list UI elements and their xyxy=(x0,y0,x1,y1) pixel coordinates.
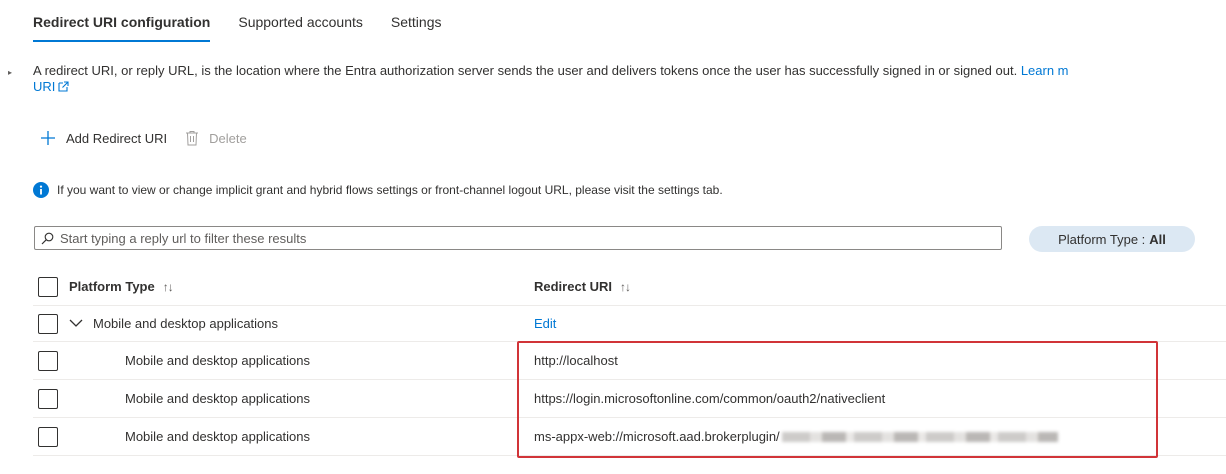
redacted-text xyxy=(781,431,1058,442)
filter-box xyxy=(34,226,1002,250)
info-icon xyxy=(33,182,49,198)
row-checkbox[interactable] xyxy=(38,388,58,409)
table-row: Mobile and desktop applications ms-appx-… xyxy=(33,418,1226,456)
row-checkbox[interactable] xyxy=(38,426,58,447)
group-label: Mobile and desktop applications xyxy=(93,316,279,331)
redirect-uri-header-label: Redirect URI xyxy=(534,279,613,294)
platform-type-header-label: Platform Type xyxy=(69,279,155,294)
platform-type-column-header[interactable]: Platform Type ↑↓ xyxy=(69,279,174,294)
platform-type-filter-label: Platform Type : xyxy=(1058,231,1146,247)
sort-icon: ↑↓ xyxy=(620,279,631,294)
command-bar: Add Redirect URI Delete xyxy=(40,130,265,146)
group-row: Mobile and desktop applications Edit xyxy=(33,306,1226,342)
group-label-cell: Mobile and desktop applications xyxy=(69,316,278,331)
edit-link[interactable]: Edit xyxy=(534,316,556,331)
redirect-uri-cell-container: ms-appx-web://microsoft.aad.brokerplugin… xyxy=(534,429,1058,444)
reply-url-filter-input[interactable] xyxy=(60,230,1001,246)
edit-cell: Edit xyxy=(534,316,556,331)
tab-bar: Redirect URI configuration Supported acc… xyxy=(33,14,469,42)
learn-more-link-line2[interactable]: URI xyxy=(33,79,55,94)
select-all-checkbox[interactable] xyxy=(38,276,58,297)
description: A redirect URI, or reply URL, is the loc… xyxy=(33,62,1226,79)
info-text: If you want to view or change implicit g… xyxy=(57,183,723,197)
platform-type-filter-value: All xyxy=(1149,231,1166,247)
tab-settings[interactable]: Settings xyxy=(391,14,442,42)
platform-type-filter-pill[interactable]: Platform Type : All xyxy=(1029,226,1195,252)
external-link-icon xyxy=(58,81,69,92)
tab-redirect-uri-configuration[interactable]: Redirect URI configuration xyxy=(33,14,211,42)
chevron-down-icon[interactable] xyxy=(69,319,83,328)
redirect-uri-cell: http://localhost xyxy=(534,353,618,368)
expand-caret-icon[interactable]: ▸ xyxy=(8,68,12,77)
delete-button[interactable]: Delete xyxy=(185,130,247,146)
search-icon xyxy=(41,232,54,244)
sort-icon: ↑↓ xyxy=(162,279,174,294)
description-text: A redirect URI, or reply URL, is the loc… xyxy=(33,63,1018,78)
table-row: Mobile and desktop applications https://… xyxy=(33,380,1226,418)
add-redirect-uri-button[interactable]: Add Redirect URI xyxy=(40,130,167,146)
platform-cell: Mobile and desktop applications xyxy=(125,353,311,368)
redirect-uri-column-header[interactable]: Redirect URI ↑↓ xyxy=(534,279,631,294)
platform-cell: Mobile and desktop applications xyxy=(125,391,311,406)
info-message: If you want to view or change implicit g… xyxy=(33,182,723,198)
row-checkbox[interactable] xyxy=(38,350,58,371)
add-icon xyxy=(40,130,56,146)
redirect-uri-cell: https://login.microsoftonline.com/common… xyxy=(534,391,886,406)
table-header-row: Platform Type ↑↓ Redirect URI ↑↓ xyxy=(33,268,1226,306)
learn-more-link-continued[interactable]: URI xyxy=(33,79,70,94)
trash-icon xyxy=(185,130,199,146)
redirect-uri-table: Platform Type ↑↓ Redirect URI ↑↓ Mobile … xyxy=(33,268,1226,456)
add-redirect-uri-label: Add Redirect URI xyxy=(66,130,168,146)
redirect-uri-cell: ms-appx-web://microsoft.aad.brokerplugin… xyxy=(534,429,780,444)
table-row: Mobile and desktop applications http://l… xyxy=(33,342,1226,380)
tab-supported-accounts[interactable]: Supported accounts xyxy=(238,14,363,42)
delete-label: Delete xyxy=(209,130,247,146)
group-checkbox[interactable] xyxy=(38,313,58,334)
learn-more-link[interactable]: Learn m xyxy=(1021,63,1069,78)
platform-cell: Mobile and desktop applications xyxy=(125,429,311,444)
